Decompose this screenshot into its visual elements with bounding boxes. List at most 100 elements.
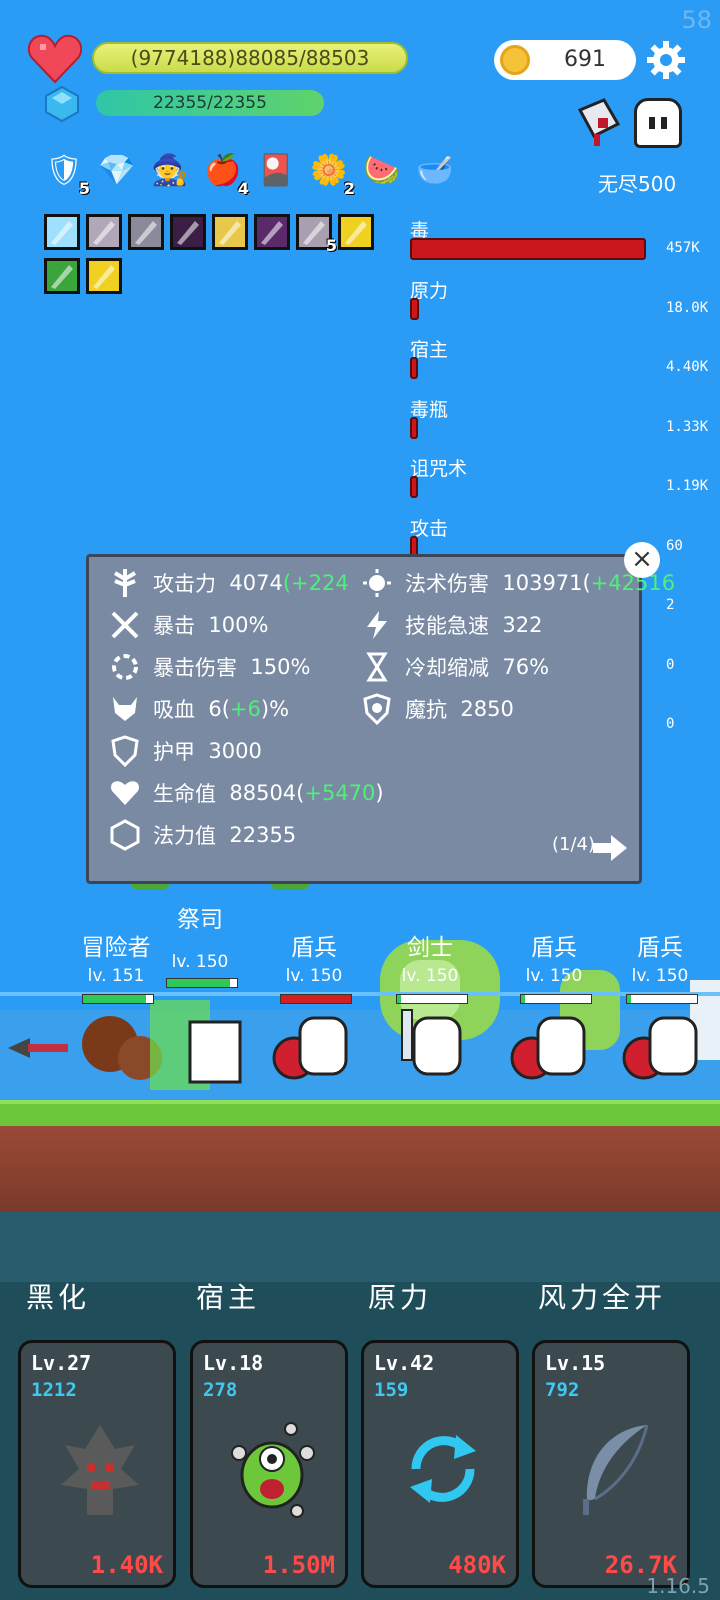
meter-label: 诅咒术 (410, 458, 468, 480)
yellow-skill-icon[interactable] (338, 214, 374, 250)
item-glyph: 🥣 (416, 152, 454, 188)
slash-skill-icon[interactable] (86, 214, 122, 250)
yellow2-skill-icon[interactable] (86, 258, 122, 294)
ability-haste-stat: 技能急速 322 (361, 609, 542, 641)
stat-label: 暴击伤害 (153, 656, 237, 680)
stat-value: 150% (250, 655, 311, 679)
attack-stat: 攻击力 4074 (+224 (109, 567, 349, 599)
meter-value: 60 (666, 537, 683, 554)
stats-panel: (1/4) 攻击力 4074 (+224 暴击 100% 暴击伤害 150% 吸血 6(… (86, 554, 675, 884)
coin-value: 691 (564, 47, 606, 72)
hp-stat: 生命值 88504(+5470) (109, 777, 384, 809)
item-glyph: 🍎 (204, 152, 242, 188)
unit-name: 剑士 (407, 935, 453, 961)
stat-label: 吸血 (153, 698, 195, 722)
watermelon-item-icon[interactable]: 🍉 (360, 148, 404, 192)
unit-level: lv. 150 (285, 966, 343, 986)
dark-skill-icon[interactable] (170, 214, 206, 250)
skill-title-force: 原力 (368, 1281, 433, 1314)
unit-name: 盾兵 (637, 935, 683, 961)
boss-cleaver-icon[interactable] (574, 96, 628, 150)
apple-item-icon[interactable]: 🍎 4 (201, 148, 249, 199)
slash2-skill-icon[interactable] (128, 214, 164, 250)
meter-bar (410, 357, 418, 379)
unit-health-bar (280, 994, 352, 1004)
page-indicator: (1/4) (551, 834, 595, 855)
spell-damage-stat-icon (363, 569, 391, 597)
shield-item-icon[interactable]: 🛡 5 (42, 148, 90, 199)
version-label: 1.16.5 (646, 1574, 710, 1598)
stat-value: 3000 (208, 739, 262, 763)
item-glyph: 🍉 (363, 152, 401, 188)
flower-item-icon[interactable]: 🌼 2 (307, 148, 355, 199)
skill-title-blacken: 黑化 (26, 1281, 91, 1314)
unit-name: 盾兵 (531, 935, 577, 961)
heart-icon (28, 34, 82, 84)
shield-soldier-sprite (272, 1016, 348, 1080)
cooldown-stat: 冷却缩减 76% (361, 651, 549, 683)
unit-level: lv. 151 (87, 966, 145, 986)
skill-cost: 480K (448, 1551, 506, 1579)
dirt-ground (0, 1126, 720, 1212)
skill-level: Lv.18 (203, 1351, 264, 1375)
stat-label: 法力值 (153, 824, 216, 848)
stat-bonus: +6 (229, 697, 261, 721)
stat-label: 技能急速 (405, 614, 489, 638)
hp-stat-icon (111, 781, 139, 805)
crit-stat-icon (111, 611, 139, 639)
settings-gear-icon[interactable] (646, 40, 686, 80)
wizard-hat-item-icon[interactable]: 🧙 (148, 148, 192, 192)
ruby-item-icon[interactable]: 💎 (95, 148, 139, 192)
fps-counter: 58 (681, 6, 712, 34)
unit-health-bar (626, 994, 698, 1004)
meter-value: 1.19K (666, 478, 709, 494)
skill-card-full-wind[interactable]: Lv.15 792 26.7K (532, 1340, 690, 1588)
stat-label: 生命值 (153, 782, 216, 806)
green-parasite-icon (231, 1422, 315, 1518)
skill-value: 159 (374, 1379, 409, 1401)
demon-skill-icon[interactable] (254, 214, 290, 250)
armor-skill-icon[interactable] (212, 214, 248, 250)
stat-label: 攻击力 (153, 572, 216, 596)
stat-value: 76% (502, 655, 550, 679)
unit-name: 祭司 (177, 907, 223, 933)
poison-skill-icon[interactable] (44, 258, 80, 294)
skill-card-blacken[interactable]: Lv.27 1212 1.40K (18, 1340, 176, 1588)
water-strip (0, 1212, 720, 1282)
next-page-arrow-icon[interactable] (593, 833, 629, 863)
skill-card-force[interactable]: Lv.42 159 480K (361, 1340, 519, 1588)
card-item-icon[interactable]: 🎴 (254, 148, 298, 192)
swordsman-sprite (401, 1009, 462, 1076)
armor-stat-icon (111, 735, 139, 767)
blade-skill-icon[interactable]: 5 (296, 214, 337, 255)
stat-label: 暴击 (153, 614, 195, 638)
cooldown-stat-icon (366, 652, 388, 682)
item-count: 4 (237, 179, 249, 198)
passive-skill-grid: 5 (44, 214, 400, 294)
item-row: 🛡 5 💎 🧙 🍎 4 🎴 🌼 2 🍉 🥣 (42, 148, 457, 199)
stat-suffix: )% (260, 697, 290, 721)
mana-bar: 22355/22355 (96, 90, 324, 116)
shield-soldier-sprite (622, 1016, 698, 1080)
meter-value: 0 (666, 656, 675, 673)
skill-level: Lv.42 (374, 1351, 435, 1375)
health-bar: (9774188)88085/88503 (92, 42, 408, 74)
ability-haste-stat-icon (367, 611, 387, 639)
skill-card-host[interactable]: Lv.18 278 1.50M (190, 1340, 348, 1588)
close-panel-button[interactable]: × (624, 542, 660, 578)
stat-label: 护甲 (153, 740, 195, 764)
meter-bar (410, 297, 420, 320)
skill-title-full-wind: 风力全开 (538, 1281, 667, 1314)
grass-ground (0, 1100, 720, 1126)
mana-gem-icon (45, 86, 79, 122)
stat-value: 88504( (229, 781, 305, 805)
unit-health-bar (82, 994, 154, 1004)
unit-name: 盾兵 (291, 935, 337, 961)
mortar-item-icon[interactable]: 🥣 (413, 148, 457, 192)
lifesteal-stat: 吸血 6(+6)% (109, 693, 289, 725)
cycle-arrows-icon (410, 1435, 476, 1503)
item-count: 2 (343, 179, 355, 198)
light-skill-icon[interactable] (44, 214, 80, 250)
skill-value: 278 (203, 1379, 238, 1401)
coin-counter: 691 (494, 40, 636, 80)
